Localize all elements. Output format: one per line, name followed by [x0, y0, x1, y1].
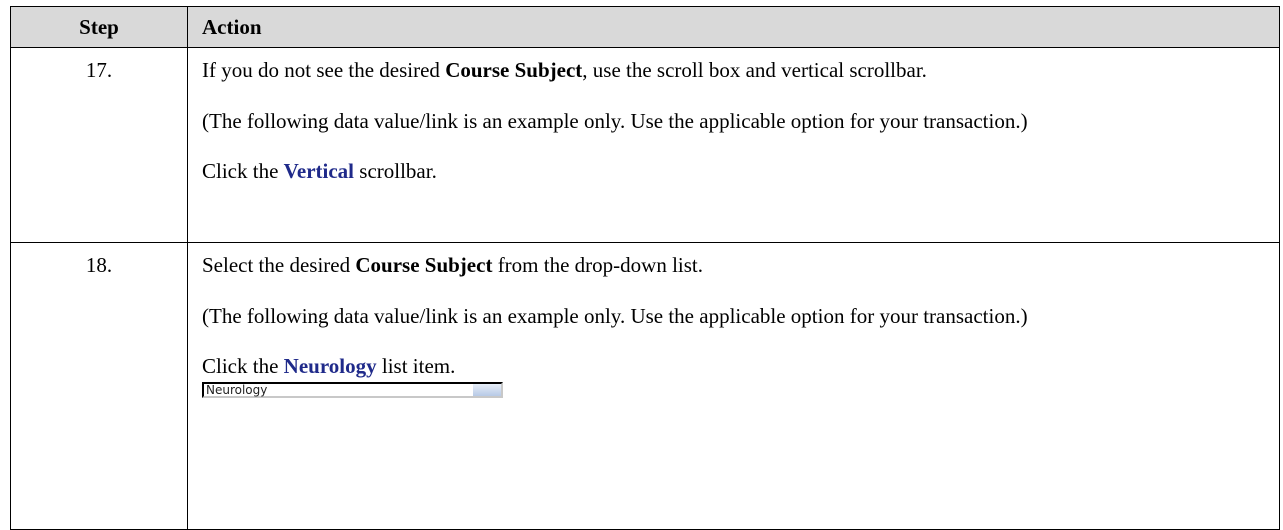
scrollbar-thumb: [473, 383, 501, 396]
neurology-list-item-link[interactable]: Neurology: [284, 354, 377, 378]
action-column-header: Action: [187, 6, 1280, 48]
table-header-row: Step Action: [10, 6, 1280, 48]
instruction-text-part: If you do not see the desired: [202, 58, 446, 82]
list-item-text: Neurology: [206, 382, 268, 397]
instruction-text-part: , use the scroll box and vertical scroll…: [582, 58, 927, 82]
neurology-list-item-screenshot: Neurology: [202, 381, 503, 398]
step-number: 17.: [10, 47, 188, 243]
table-row: 17. If you do not see the desired Course…: [10, 47, 1280, 243]
vertical-scrollbar-link[interactable]: Vertical: [284, 159, 354, 183]
table-row: 18. Select the desired Course Subject fr…: [10, 242, 1280, 530]
instruction-text-part: from the drop-down list.: [492, 253, 703, 277]
field-name: Course Subject: [445, 58, 583, 82]
instruction-text: Select the desired Course Subject from t…: [202, 253, 1265, 279]
field-name: Course Subject: [355, 253, 493, 277]
click-instruction-part: scrollbar.: [354, 159, 437, 184]
click-instruction: Click the Vertical scrollbar.: [202, 159, 1265, 185]
click-instruction-part: Click the: [202, 354, 284, 379]
instruction-text: If you do not see the desired Course Sub…: [202, 58, 1265, 84]
click-instruction: Click the Neurology list item.: [202, 354, 1265, 380]
example-note: (The following data value/link is an exa…: [202, 108, 1028, 133]
step-number: 18.: [10, 242, 188, 530]
step-action-table: Step Action 17. If you do not see the de…: [10, 6, 1280, 530]
instruction-text-part: Select the desired: [202, 253, 356, 277]
click-instruction-part: Click the: [202, 159, 284, 184]
action-cell: If you do not see the desired Course Sub…: [187, 47, 1280, 243]
action-cell: Select the desired Course Subject from t…: [187, 242, 1280, 530]
step-column-header: Step: [10, 6, 188, 48]
example-note: (The following data value/link is an exa…: [202, 303, 1028, 328]
click-instruction-part: list item.: [376, 354, 456, 379]
